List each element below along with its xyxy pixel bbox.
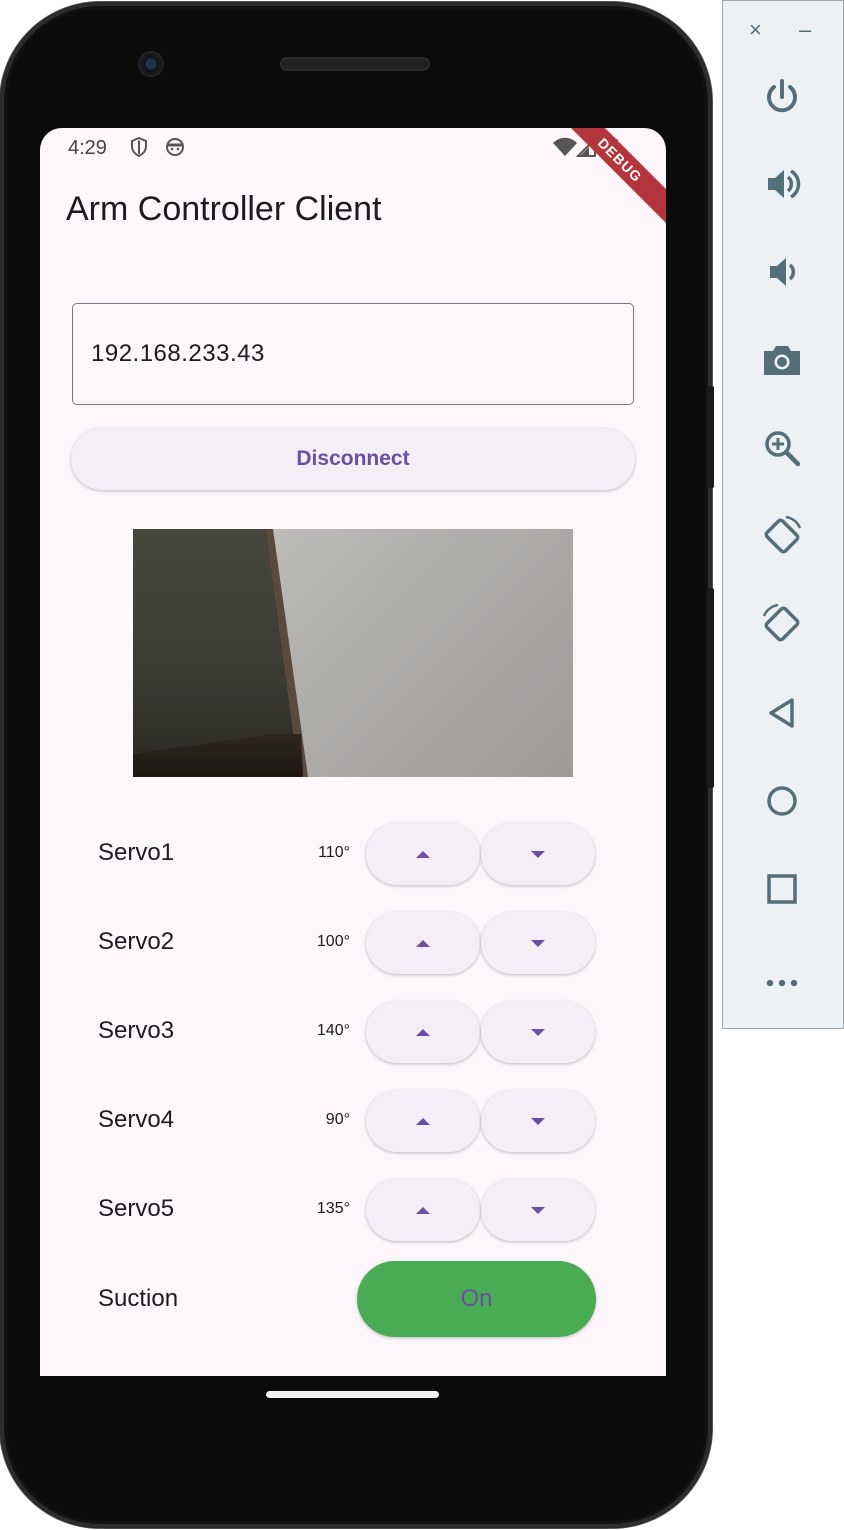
servo1-up-button[interactable] [366,823,480,885]
earpiece-speaker [280,57,430,71]
power-icon [767,79,797,113]
ip-address-input[interactable] [91,334,611,374]
status-bar: 4:29 DEBUG [40,128,666,233]
app-title: Arm Controller Client [66,190,382,228]
arrow-up-icon [416,939,430,947]
arrow-down-icon [531,1028,545,1036]
side-button-volume [707,588,714,788]
servo-name: Servo4 [98,1106,175,1133]
servo-name: Servo3 [98,1017,175,1044]
servo5-up-button[interactable] [366,1179,480,1241]
servo-name: Servo2 [98,928,175,955]
suction-label: Suction [98,1285,179,1312]
arrow-up-icon [416,1117,430,1125]
zoom-icon [765,431,801,467]
arrow-up-icon [416,1028,430,1036]
arrow-down-icon [531,1206,545,1214]
servo-name: Servo1 [98,839,175,866]
servo-row: Servo4 90° [40,1088,666,1154]
volume-up-button[interactable] [754,156,810,212]
home-indicator[interactable] [266,1391,439,1398]
servo3-down-button[interactable] [481,1001,595,1063]
rotate-right-button[interactable] [754,596,810,652]
screenshot-button[interactable] [754,332,810,388]
servo3-up-button[interactable] [366,1001,480,1063]
servo2-down-button[interactable] [481,912,595,974]
volume-down-button[interactable] [754,244,810,300]
arrow-down-icon [531,850,545,858]
servo5-down-button[interactable] [481,1179,595,1241]
rotate-left-button[interactable] [754,508,810,564]
overview-icon [767,874,797,904]
face-icon [166,138,184,156]
power-button[interactable] [754,69,810,125]
phone-frame: 4:29 DEBUG Arm Controller Client 192.168… [0,2,714,1528]
front-camera [140,53,162,75]
arrow-up-icon [416,850,430,858]
more-button[interactable] [754,948,810,1004]
servo4-up-button[interactable] [366,1090,480,1152]
minimize-icon[interactable]: – [799,15,811,45]
servo-angle: 140° [316,1022,350,1039]
servo1-down-button[interactable] [481,823,595,885]
servo-angle: 100° [316,933,350,950]
phone-screen: 4:29 DEBUG Arm Controller Client 192.168… [40,128,666,1376]
arrow-up-icon [416,1206,430,1214]
arrow-down-icon [531,939,545,947]
arrow-down-icon [531,1117,545,1125]
more-icon [766,979,798,987]
rotate-left-icon [764,515,802,554]
rotate-right-icon [762,603,800,642]
camera-feed-image [133,529,573,777]
side-button-power [707,386,714,488]
disconnect-button[interactable]: Disconnect [71,428,635,490]
camera-icon [764,346,800,375]
volume-up-icon [768,169,801,199]
servo-row: Servo5 135° [40,1177,666,1243]
back-button[interactable] [754,685,810,741]
suction-toggle-button[interactable]: On [357,1261,596,1337]
back-icon [769,698,794,728]
wifi-icon [553,137,577,156]
ip-address-field[interactable] [72,303,634,405]
servo2-up-button[interactable] [366,912,480,974]
servo-row: Servo2 100° [40,910,666,976]
servo-angle: 135° [316,1200,350,1217]
servo-angle: 110° [318,844,350,861]
zoom-button[interactable] [754,420,810,476]
servo-row: Servo1 110° [40,821,666,887]
emulator-toolbar: × – [722,0,844,1029]
servo4-down-button[interactable] [481,1090,595,1152]
volume-down-icon [770,258,796,286]
close-icon[interactable]: × [749,15,762,45]
shield-icon [131,136,147,158]
servo-row: Servo3 140° [40,999,666,1065]
home-button[interactable] [754,773,810,829]
servo-name: Servo5 [98,1195,175,1222]
overview-button[interactable] [754,861,810,917]
home-icon [767,786,797,816]
status-time: 4:29 [68,137,107,159]
servo-angle: 90° [325,1111,350,1128]
